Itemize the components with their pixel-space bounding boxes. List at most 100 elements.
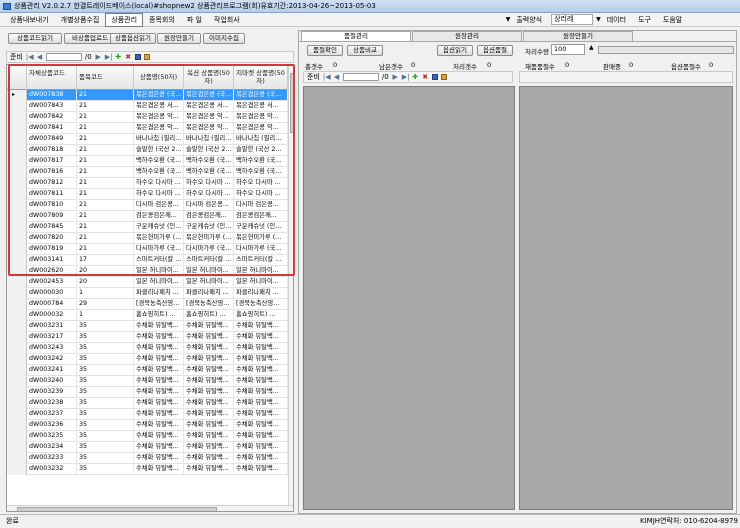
grid-cell[interactable]: 35 [77, 365, 134, 376]
grid-cell[interactable]: 일본 허니마이... [134, 277, 184, 288]
grid-cell[interactable]: dW007812 [27, 178, 77, 189]
table-row[interactable]: dW007820 21 볶은현미가루 (... 볶은현미가루 (... 볶은현미가루 (… [7, 233, 293, 244]
col-product-name[interactable]: 상품명(50자) [134, 65, 184, 90]
grid-cell[interactable]: 스마트커터(칼 ... [134, 255, 184, 266]
tab-ledger-manage[interactable]: 원장관리 [412, 31, 522, 41]
grid-cell[interactable]: 백하수오환 (국... [184, 167, 234, 178]
row-selector[interactable] [7, 420, 27, 431]
grid-cell[interactable]: 수채화 뮤탈백... [184, 387, 234, 398]
menu-order-format[interactable]: 출력양식 [510, 13, 548, 27]
grid-cell[interactable]: 홈쇼핑히트) ... [234, 310, 288, 321]
save-icon[interactable] [431, 74, 438, 80]
row-selector[interactable] [7, 112, 27, 123]
grid-cell[interactable]: 검은콩검은깨... [134, 211, 184, 222]
grid-cell[interactable]: 수채화 뮤탈백... [234, 420, 288, 431]
grid-cell[interactable]: 21 [77, 123, 134, 134]
table-row[interactable]: dW003141 17 스마트커터(칼 ... 스마트커터(칼 ... 스마트커터(칼 … [7, 255, 293, 266]
grid-cell[interactable]: 수채화 뮤탈백... [134, 365, 184, 376]
grid-cell[interactable]: 볶은현미가루 (... [184, 233, 234, 244]
table-row[interactable]: dW003241 35 수채화 뮤탈백... 수채화 뮤탈백... 수채화 뮤탈백... [7, 365, 293, 376]
grid-cell[interactable]: 파클리나패치 ... [234, 288, 288, 299]
grid-cell[interactable]: 수채화 뮤탈백... [234, 453, 288, 464]
row-selector[interactable] [7, 222, 27, 233]
row-selector[interactable] [7, 266, 27, 277]
grid-cell[interactable]: 수채화 뮤탈백... [234, 431, 288, 442]
row-selector[interactable] [7, 310, 27, 321]
table-row[interactable]: dW003231 35 수채화 뮤탈백... 수채화 뮤탈백... 수채화 뮤탈백... [7, 321, 293, 332]
grid-cell[interactable]: 볶은겹은콩 악... [234, 123, 288, 134]
grid-cell[interactable]: dW007818 [27, 145, 77, 156]
row-selector[interactable] [7, 145, 27, 156]
grid-cell[interactable]: [경북농축산영... [184, 299, 234, 310]
print-icon[interactable] [143, 54, 150, 60]
row-selector[interactable] [7, 167, 27, 178]
grid-cell[interactable]: 일본 허니마이... [234, 266, 288, 277]
row-selector[interactable] [7, 101, 27, 112]
table-row[interactable]: dW000032 1 홈쇼핑히트) ... 홈쇼핑히트) ... 홈쇼핑히트) ... [7, 310, 293, 321]
grid-cell[interactable]: 백하수오환 (국... [234, 167, 288, 178]
grid-cell[interactable]: 다시마 검은콩... [184, 200, 234, 211]
tab-soldout-manage[interactable]: 품절관리 [301, 31, 411, 41]
grid-cell[interactable]: dW003239 [27, 387, 77, 398]
table-row[interactable]: dW007845 21 구운캐슈넛 (인... 구운캐슈넛 (인... 구운캐슈넛 (인… [7, 222, 293, 233]
grid-cell[interactable]: 스마트커터(칼 ... [184, 255, 234, 266]
grid-cell[interactable]: dW003242 [27, 354, 77, 365]
menu-individual-collect[interactable]: 개별상품수집 [55, 13, 106, 27]
grid-cell[interactable]: 바나나칩 (필리... [234, 134, 288, 145]
grid-cell[interactable]: 볶은겹은콩 악... [134, 123, 184, 134]
grid-cell[interactable]: 볶은현미가루 (... [134, 233, 184, 244]
grid-cell[interactable]: 수채화 뮤탈백... [184, 442, 234, 453]
option-soldout-button[interactable]: 옵션품절 [477, 45, 513, 56]
grid-cell[interactable]: dW007843 [27, 101, 77, 112]
scroll-thumb[interactable] [290, 73, 293, 133]
result-grid-right[interactable] [519, 86, 733, 510]
delete-icon[interactable]: ✖ [422, 73, 429, 81]
grid-cell[interactable]: 35 [77, 321, 134, 332]
grid-cell[interactable]: dW002620 [27, 266, 77, 277]
grid-cell[interactable]: 다시마 검은콩... [234, 200, 288, 211]
table-row[interactable]: dW003235 35 수채화 뮤탈백... 수채화 뮤탈백... 수채화 뮤탈백... [7, 431, 293, 442]
grid-cell[interactable]: dW007817 [27, 156, 77, 167]
grid-cell[interactable]: dW003236 [27, 420, 77, 431]
grid-cell[interactable]: 21 [77, 211, 134, 222]
grid-cell[interactable]: 35 [77, 398, 134, 409]
grid-cell[interactable]: 수채화 뮤탈백... [134, 354, 184, 365]
make-ledger-button[interactable]: 원장만들기 [157, 33, 201, 44]
result-grid-left[interactable] [303, 86, 515, 510]
row-selector[interactable] [7, 365, 27, 376]
grid-cell[interactable]: 35 [77, 420, 134, 431]
grid-cell[interactable]: 다시마가루 (국... [134, 244, 184, 255]
check-soldout-button[interactable]: 품절확인 [307, 45, 343, 56]
table-row[interactable]: dW003243 35 수채화 뮤탈백... 수채화 뮤탈백... 수채화 뮤탈백... [7, 343, 293, 354]
grid-cell[interactable]: 21 [77, 233, 134, 244]
delete-icon[interactable]: ✖ [125, 53, 132, 61]
grid-cell[interactable]: 수채화 뮤탈백... [234, 409, 288, 420]
row-selector[interactable] [7, 178, 27, 189]
grid-cell[interactable]: 수채화 뮤탈백... [184, 343, 234, 354]
grid-cell[interactable]: 17 [77, 255, 134, 266]
grid-cell[interactable]: 백하수오환 (국... [134, 156, 184, 167]
grid-cell[interactable]: 21 [77, 222, 134, 233]
page-input[interactable] [45, 53, 82, 61]
grid-cell[interactable]: 구운캐슈넛 (인... [134, 222, 184, 233]
grid-cell[interactable]: 수채화 뮤탈백... [234, 398, 288, 409]
vertical-scrollbar[interactable] [288, 65, 293, 505]
grid-cell[interactable]: 21 [77, 156, 134, 167]
menu-help[interactable]: 도움말 [657, 13, 688, 27]
grid-cell[interactable]: 볶은겹은콩 서... [234, 101, 288, 112]
grid-cell[interactable]: 하수오 다시마 ... [134, 189, 184, 200]
grid-cell[interactable]: 21 [77, 112, 134, 123]
row-selector[interactable] [7, 431, 27, 442]
grid-cell[interactable]: 수채화 뮤탈백... [234, 343, 288, 354]
row-selector[interactable] [7, 464, 27, 475]
grid-cell[interactable]: dW003234 [27, 442, 77, 453]
grid-cell[interactable]: 21 [77, 101, 134, 112]
grid-cell[interactable]: 백하수오환 (국... [184, 156, 234, 167]
grid-cell[interactable]: 수채화 뮤탈백... [234, 321, 288, 332]
add-icon[interactable]: ✚ [412, 73, 419, 81]
table-row[interactable]: dW007818 21 슬말한 (국산 2... 슬말한 (국산 2... 슬말한 (국… [7, 145, 293, 156]
grid-cell[interactable]: dW003235 [27, 431, 77, 442]
col-gmarket-name[interactable]: 지마켓 상품명(50자) [234, 65, 288, 90]
grid-cell[interactable]: dW003241 [27, 365, 77, 376]
grid-cell[interactable]: 20 [77, 266, 134, 277]
